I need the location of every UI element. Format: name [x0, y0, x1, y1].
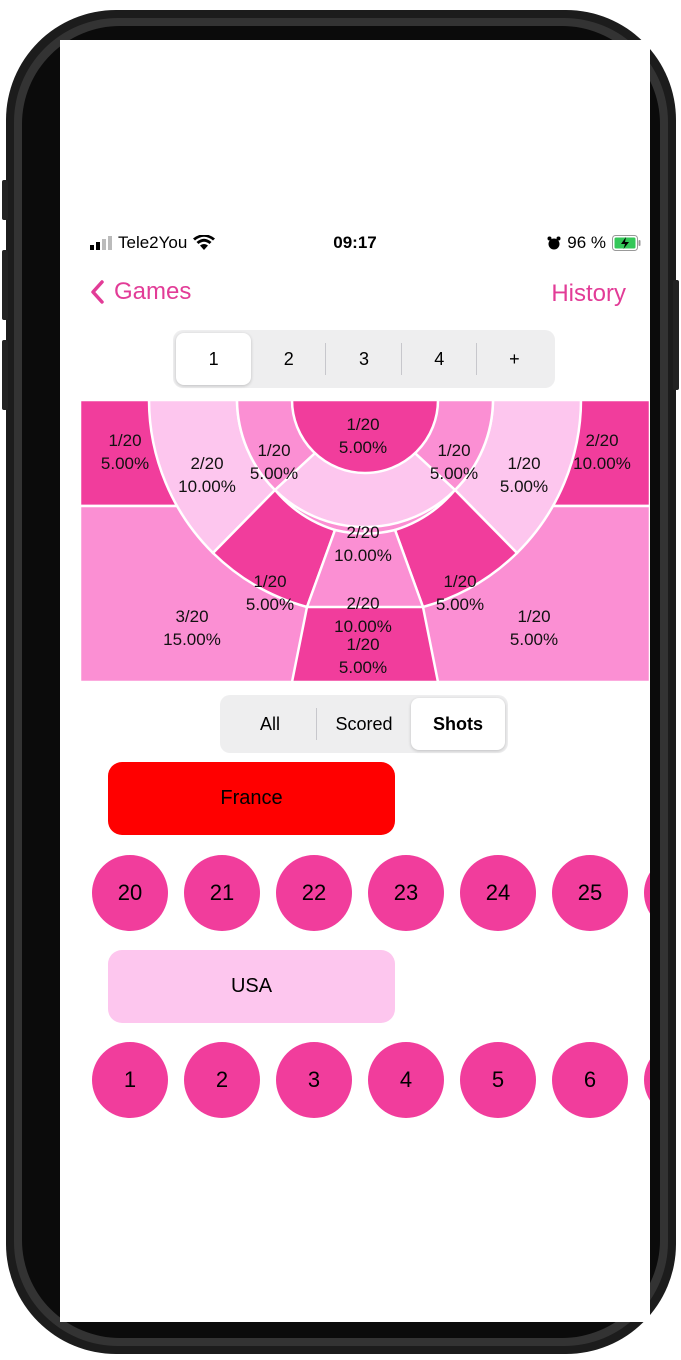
tab-add-game[interactable]: + — [477, 333, 552, 385]
team-usa-button[interactable]: USA — [108, 950, 395, 1023]
player-next-partial[interactable] — [644, 1042, 650, 1118]
player-5[interactable]: 5 — [460, 1042, 536, 1118]
zone-bottom-right-fraction: 1/20 — [517, 607, 550, 626]
game-selector: 1 2 3 4 + — [173, 330, 555, 388]
tab-game-3[interactable]: 3 — [326, 333, 402, 385]
zone-outer-left-fraction: 2/20 — [190, 454, 223, 473]
zone-bottom-left-percent: 15.00% — [163, 630, 221, 649]
chevron-left-icon — [91, 280, 104, 304]
zone-outer-right-fraction: 1/20 — [507, 454, 540, 473]
usa-player-list: 1 2 3 4 5 6 — [92, 1042, 650, 1118]
player-20[interactable]: 20 — [92, 855, 168, 931]
player-21[interactable]: 21 — [184, 855, 260, 931]
back-label: Games — [114, 278, 192, 305]
tab-shots[interactable]: Shots — [411, 698, 505, 750]
zone-middle-bottom-left-percent: 5.00% — [246, 595, 294, 614]
zone-bottom-right-percent: 5.00% — [510, 630, 558, 649]
player-3[interactable]: 3 — [276, 1042, 352, 1118]
zone-middle-top-left-fraction: 1/20 — [257, 441, 290, 460]
tab-game-1[interactable]: 1 — [176, 333, 252, 385]
zone-middle-top-right-percent: 5.00% — [430, 464, 478, 483]
goal-zone-map: 1/20 5.00% 2/20 10.00% 3/20 15.00% 1/20 … — [80, 400, 650, 682]
zone-inner-top-percent: 5.00% — [339, 438, 387, 457]
player-4[interactable]: 4 — [368, 1042, 444, 1118]
battery-charging-icon — [612, 235, 641, 251]
player-1[interactable]: 1 — [92, 1042, 168, 1118]
zone-middle-bottom-left-fraction: 1/20 — [253, 572, 286, 591]
player-6[interactable]: 6 — [552, 1042, 628, 1118]
tab-game-2[interactable]: 2 — [251, 333, 327, 385]
zone-middle-bottom-center-fraction: 2/20 — [346, 594, 379, 613]
shot-filter: All Scored Shots — [220, 695, 508, 753]
team-france-button[interactable]: France — [108, 762, 395, 835]
tab-scored[interactable]: Scored — [317, 698, 411, 750]
player-next-partial[interactable] — [644, 855, 650, 931]
player-25[interactable]: 25 — [552, 855, 628, 931]
tab-all[interactable]: All — [223, 698, 317, 750]
zone-top-right-fraction: 2/20 — [585, 431, 618, 450]
zone-inner-bottom-fraction: 2/20 — [346, 523, 379, 542]
back-button[interactable]: Games — [90, 278, 191, 306]
zone-top-left-fraction: 1/20 — [108, 431, 141, 450]
zone-inner-top-fraction: 1/20 — [346, 415, 379, 434]
zone-inner-bottom-percent: 10.00% — [334, 546, 392, 565]
zone-middle-bottom-center-percent: 10.00% — [334, 617, 392, 636]
player-23[interactable]: 23 — [368, 855, 444, 931]
app-screen: Tele2You 09:17 96 % Games History 1 2 3 … — [60, 40, 650, 1322]
zone-top-left-percent: 5.00% — [101, 454, 149, 473]
player-2[interactable]: 2 — [184, 1042, 260, 1118]
battery-percent: 96 % — [567, 233, 606, 252]
zone-middle-bottom-right-fraction: 1/20 — [443, 572, 476, 591]
zone-outer-right-percent: 5.00% — [500, 477, 548, 496]
zone-middle-bottom-right-percent: 5.00% — [436, 595, 484, 614]
status-bar: Tele2You 09:17 96 % — [60, 233, 650, 259]
player-24[interactable]: 24 — [460, 855, 536, 931]
status-right: 96 % — [547, 233, 642, 253]
france-player-list: 20 21 22 23 24 25 — [92, 855, 650, 931]
zone-middle-top-right-fraction: 1/20 — [437, 441, 470, 460]
zone-middle-top-left-percent: 5.00% — [250, 464, 298, 483]
history-button[interactable]: History — [551, 280, 626, 308]
player-22[interactable]: 22 — [276, 855, 352, 931]
zone-outer-left-percent: 10.00% — [178, 477, 236, 496]
tab-game-4[interactable]: 4 — [402, 333, 478, 385]
zone-bottom-left-fraction: 3/20 — [175, 607, 208, 626]
zone-bottom-center-fraction: 1/20 — [346, 635, 379, 654]
zone-top-right-percent: 10.00% — [573, 454, 631, 473]
alarm-icon — [547, 236, 561, 250]
zone-bottom-center-percent: 5.00% — [339, 658, 387, 677]
